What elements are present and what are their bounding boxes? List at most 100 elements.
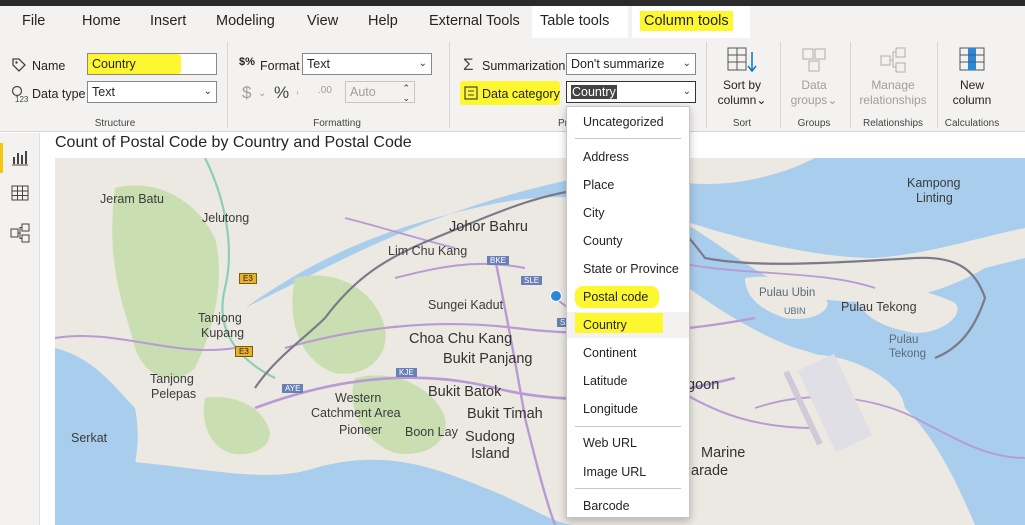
map-label: Bukit Batok [428,384,502,400]
chevron-down-icon: ⌄ [418,58,427,69]
format-icon: $% [239,56,255,68]
group-divider [227,42,228,128]
decimal-places-input[interactable]: Auto ⌃ ⌄ [345,81,415,103]
map-label: Marine [701,445,746,461]
menu-item-state-or-province[interactable]: State or Province [567,256,689,282]
tab-modeling[interactable]: Modeling [208,6,283,38]
map-label: Pelepas [151,387,197,401]
menu-item-city[interactable]: City [567,200,689,226]
menu-item-latitude[interactable]: Latitude [567,368,689,394]
new-column-label-1: New [959,78,984,92]
datacategory-label: Data category [482,87,560,101]
road-badge: SLE [521,276,543,285]
sort-by-column-button[interactable]: Sort by column⌄ [712,46,772,108]
datatype-dropdown[interactable]: Text ⌄ [87,81,217,103]
menu-item-image-url[interactable]: Image URL [567,459,689,485]
relationships-icon [879,46,907,74]
model-view-icon[interactable] [8,221,32,245]
name-field[interactable]: Country [87,53,217,75]
datacategory-dropdown[interactable]: Country ⌄ [566,81,696,103]
datatype-icon: 123 [11,85,29,108]
menu-item-longitude[interactable]: Longitude [567,396,689,422]
sigma-icon: Σ [463,55,474,74]
road-badge: E3 [235,346,253,357]
menu-item-web-url[interactable]: Web URL [567,430,689,456]
chevron-down-icon: ⌄ [203,86,212,97]
group-divider [706,42,707,128]
map-label: Pulau Ubin [759,287,816,299]
group-divider [780,42,781,128]
format-label: Format [260,59,300,73]
relationships-group-label: Relationships [862,118,924,129]
tab-file[interactable]: File [14,6,53,38]
map-label: Bukit Timah [467,406,543,422]
menu-item-uncategorized[interactable]: Uncategorized [567,109,689,135]
tab-home[interactable]: Home [74,6,129,38]
decimal-decrease-icon[interactable]: .00 [318,85,332,96]
comma-button[interactable]: , [296,84,299,96]
data-category-menu: Uncategorized Address Place City County … [566,106,690,518]
map-label: Bukit Panjang [443,351,533,367]
format-dropdown[interactable]: Text ⌄ [302,53,432,75]
map-label: Boon Lay [405,425,458,439]
ribbon-tabs: File Home Insert Modeling View Help Exte… [0,6,1025,38]
map-label: Choa Chu Kang [409,331,513,347]
map-label: Jeram Batu [100,192,164,206]
stepper-down-icon[interactable]: ⌄ [402,88,410,102]
sort-by-column-icon [726,46,758,74]
menu-item-county[interactable]: County [567,228,689,254]
map-label: goon [687,377,720,393]
view-switcher [0,133,40,525]
tab-external-tools[interactable]: External Tools [421,6,528,38]
tab-column-tools[interactable]: Column tools [632,6,750,38]
map-label: Island [471,446,510,462]
menu-divider [575,138,681,139]
chevron-down-icon: ⌄ [682,86,691,97]
decimal-places-value: Auto [350,85,376,99]
map-visual[interactable]: E3 E3 BKE SLE KJE AYE SL Jeram Batu Jelu… [55,158,1025,525]
summarization-value: Don't summarize [571,57,665,71]
tab-column-tools-label: Column tools [640,11,733,31]
menu-item-label: Postal code [583,290,649,304]
menu-item-address[interactable]: Address [567,144,689,170]
tab-insert[interactable]: Insert [142,6,194,38]
map-label: Serkat [71,431,108,445]
map-label: Tanjong [150,372,194,386]
currency-button[interactable]: $ [242,83,251,103]
sort-label-2: column [717,93,757,107]
menu-divider [575,488,681,489]
menu-item-barcode[interactable]: Barcode [567,493,689,519]
new-column-button[interactable]: New column [940,46,1004,108]
active-view-indicator [0,143,3,173]
menu-item-country[interactable]: Country [567,312,689,338]
summarization-dropdown[interactable]: Don't summarize ⌄ [566,53,696,75]
data-view-icon[interactable] [8,181,32,205]
relationships-label-2: relationships [859,93,927,107]
menu-item-continent[interactable]: Continent [567,340,689,366]
report-view-icon[interactable] [8,145,32,169]
map-label: Western [335,391,382,405]
map-label: arade [691,463,729,479]
map-label: Lim Chu Kang [388,244,468,258]
visual-title: Count of Postal Code by Country and Post… [55,134,412,151]
map-label: Sudong [465,429,515,445]
data-groups-button[interactable]: Data groups⌄ [784,46,844,108]
menu-item-place[interactable]: Place [567,172,689,198]
tab-help[interactable]: Help [360,6,406,38]
chevron-down-icon: ⌄ [258,88,267,99]
ribbon: Name Country 123 Data type Text ⌄ Struct… [0,38,1025,132]
percent-button[interactable]: % [274,83,289,103]
menu-divider [575,426,681,427]
calculations-group-label: Calculations [944,118,1000,129]
manage-relationships-button[interactable]: Manage relationships [852,46,934,108]
tab-view[interactable]: View [299,6,346,38]
chevron-down-icon: ⌄ [756,93,767,107]
map-label: Johor Bahru [449,219,528,235]
format-value: Text [307,57,330,71]
road-badge: BKE [487,256,510,265]
name-label: Name [32,59,66,73]
map-data-point[interactable] [550,290,562,302]
name-value: Country [92,57,136,71]
tab-table-tools[interactable]: Table tools [532,6,628,38]
menu-item-postal-code[interactable]: Postal code [567,284,689,310]
